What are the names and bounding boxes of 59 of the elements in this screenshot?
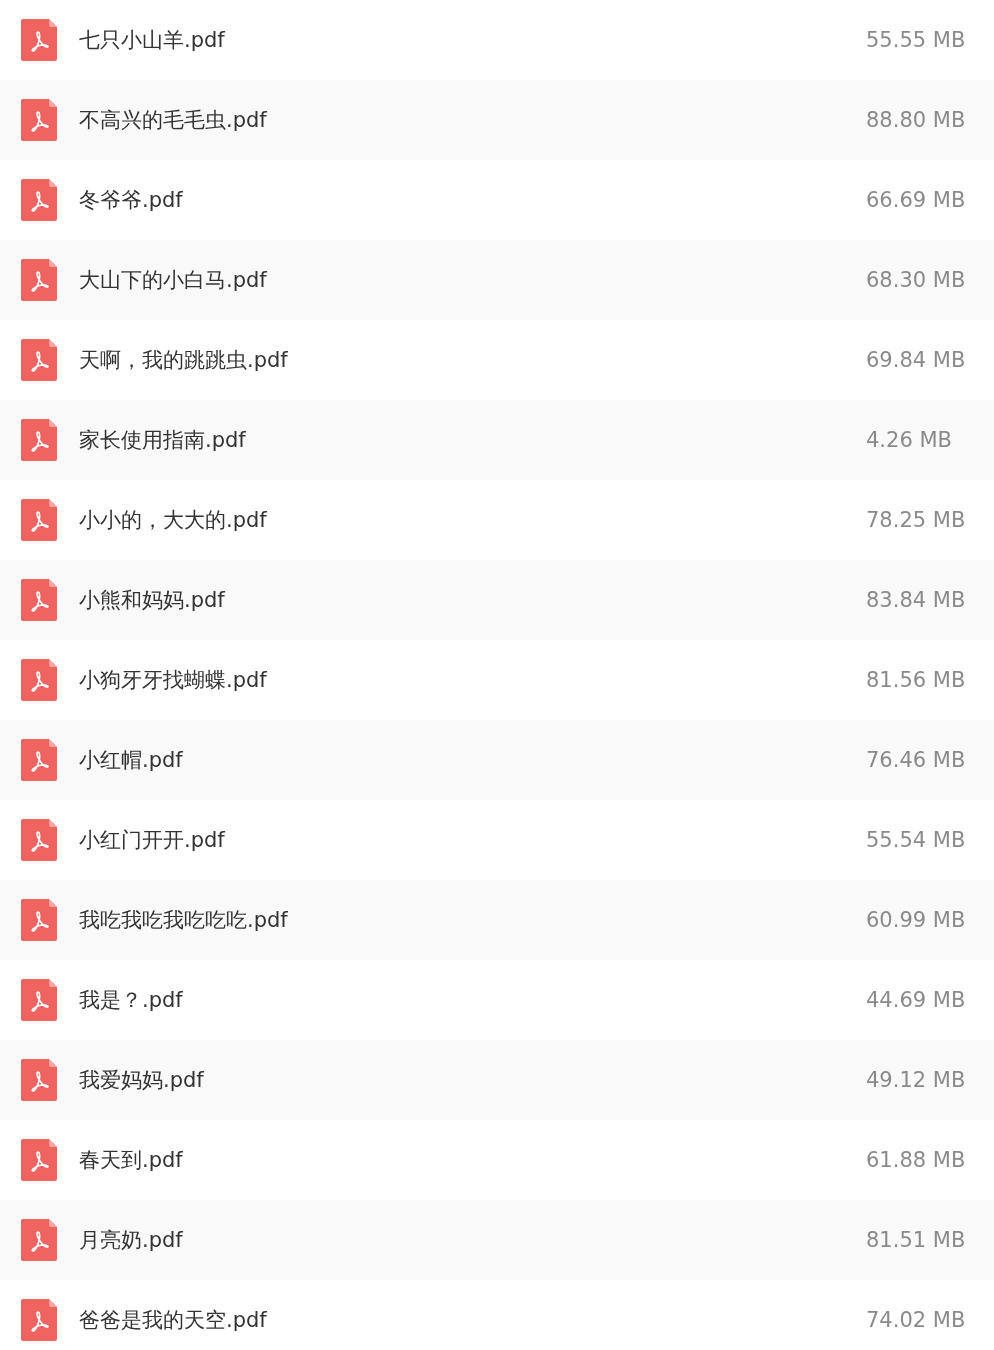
pdf-file-icon (21, 499, 57, 541)
file-name: 七只小山羊.pdf (79, 27, 226, 54)
file-row[interactable]: 小红帽.pdf 76.46 MB (0, 720, 994, 800)
file-size: 66.69 MB (866, 188, 967, 212)
file-name: 小小的，大大的.pdf (79, 507, 268, 534)
file-size: 68.30 MB (866, 268, 967, 292)
pdf-file-icon (21, 1139, 57, 1181)
file-size: 69.84 MB (866, 348, 967, 372)
file-size: 44.69 MB (866, 988, 967, 1012)
file-row[interactable]: 大山下的小白马.pdf 68.30 MB (0, 240, 994, 320)
file-name: 我是？.pdf (79, 987, 184, 1014)
file-name: 小红帽.pdf (79, 747, 184, 774)
pdf-file-icon (21, 419, 57, 461)
pdf-file-icon (21, 99, 57, 141)
pdf-file-icon (21, 739, 57, 781)
file-name: 冬爷爷.pdf (79, 187, 184, 214)
file-size: 76.46 MB (866, 748, 967, 772)
file-size: 88.80 MB (866, 108, 967, 132)
file-name: 小红门开开.pdf (79, 827, 226, 854)
file-size: 4.26 MB (866, 428, 953, 452)
pdf-file-icon (21, 259, 57, 301)
file-name: 爸爸是我的天空.pdf (79, 1307, 268, 1334)
file-size: 83.84 MB (866, 588, 967, 612)
pdf-file-icon (21, 19, 57, 61)
file-row[interactable]: 我爱妈妈.pdf 49.12 MB (0, 1040, 994, 1120)
file-name: 大山下的小白马.pdf (79, 267, 268, 294)
file-name: 不高兴的毛毛虫.pdf (79, 107, 268, 134)
pdf-file-icon (21, 899, 57, 941)
file-row[interactable]: 我吃我吃我吃吃吃.pdf 60.99 MB (0, 880, 994, 960)
file-name: 我吃我吃我吃吃吃.pdf (79, 907, 289, 934)
file-name: 月亮奶.pdf (79, 1227, 184, 1254)
pdf-file-icon (21, 979, 57, 1021)
file-size: 81.56 MB (866, 668, 967, 692)
file-size: 55.55 MB (866, 28, 967, 52)
file-size: 49.12 MB (866, 1068, 967, 1092)
file-row[interactable]: 家长使用指南.pdf 4.26 MB (0, 400, 994, 480)
file-name: 我爱妈妈.pdf (79, 1067, 205, 1094)
file-row[interactable]: 小熊和妈妈.pdf 83.84 MB (0, 560, 994, 640)
pdf-file-icon (21, 819, 57, 861)
file-size: 78.25 MB (866, 508, 967, 532)
pdf-file-icon (21, 659, 57, 701)
file-name: 家长使用指南.pdf (79, 427, 247, 454)
pdf-file-icon (21, 339, 57, 381)
pdf-file-icon (21, 1299, 57, 1341)
file-name: 春天到.pdf (79, 1147, 184, 1174)
file-size: 61.88 MB (866, 1148, 967, 1172)
file-size: 81.51 MB (866, 1228, 967, 1252)
file-size: 74.02 MB (866, 1308, 967, 1332)
file-name: 天啊，我的跳跳虫.pdf (79, 347, 289, 374)
file-row[interactable]: 月亮奶.pdf 81.51 MB (0, 1200, 994, 1280)
pdf-file-icon (21, 1219, 57, 1261)
pdf-file-icon (21, 179, 57, 221)
file-row[interactable]: 不高兴的毛毛虫.pdf 88.80 MB (0, 80, 994, 160)
file-size: 60.99 MB (866, 908, 967, 932)
pdf-file-icon (21, 1059, 57, 1101)
pdf-file-icon (21, 579, 57, 621)
file-size: 55.54 MB (866, 828, 967, 852)
file-name: 小狗牙牙找蝴蝶.pdf (79, 667, 268, 694)
file-name: 小熊和妈妈.pdf (79, 587, 226, 614)
